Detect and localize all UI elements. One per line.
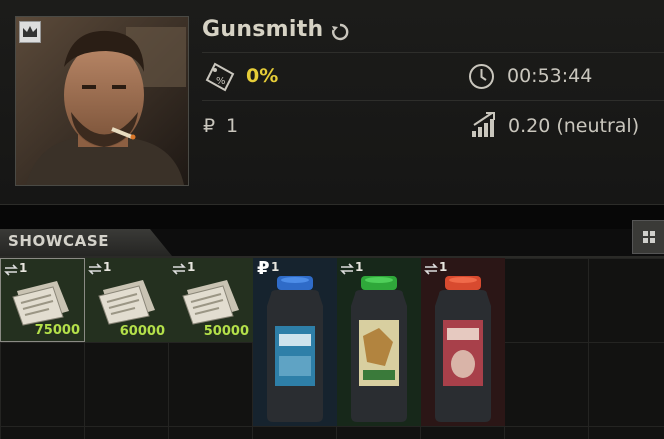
item-price: 75000: [34, 323, 80, 338]
trader-panel: Gunsmith % 0% 00:53:44 ₽ 1 0.20 (neutral…: [0, 0, 664, 205]
blue-jar-item-icon: [267, 276, 323, 422]
document-item-icon: [12, 281, 69, 326]
item-price: 60000: [119, 324, 165, 339]
trader-portrait[interactable]: [15, 16, 189, 186]
trader-name: Gunsmith: [202, 17, 324, 42]
item-cell[interactable]: ₽ 1: [253, 258, 337, 426]
item-price: 50000: [203, 324, 249, 339]
standing-value: 0.20 (neutral): [508, 115, 640, 137]
item-cell[interactable]: 1 60000: [85, 258, 169, 342]
grid-view-button[interactable]: [632, 220, 664, 254]
document-item-icon: [98, 280, 155, 325]
item-count: 1: [439, 260, 448, 274]
portrait-image: [16, 17, 188, 185]
item-cell[interactable]: 1 75000: [0, 258, 85, 342]
item-cell[interactable]: 1: [337, 258, 421, 426]
document-item-icon: [182, 280, 239, 325]
barter-swap-icon: [88, 263, 102, 275]
trader-rank-badge: [19, 21, 41, 43]
svg-text:%: %: [216, 76, 226, 87]
refresh-icon[interactable]: [330, 22, 350, 42]
green-jar-item-icon: [351, 276, 407, 422]
balance-value: 1: [226, 115, 239, 137]
barter-swap-icon: [340, 263, 354, 275]
clock-icon: [469, 64, 494, 89]
restock-timer: 00:53:44: [507, 65, 593, 87]
item-count: 1: [355, 260, 364, 274]
barter-swap-icon: [424, 263, 438, 275]
grid-icon: [643, 231, 655, 243]
item-count: 1: [19, 261, 28, 275]
item-count: 1: [187, 260, 196, 274]
item-count: 1: [103, 260, 112, 274]
item-cell[interactable]: 1 50000: [169, 258, 253, 342]
tab-showcase-label: SHOWCASE: [8, 232, 110, 250]
item-cell[interactable]: 1: [421, 258, 505, 426]
section-separator: [0, 205, 664, 229]
stats-divider: [202, 100, 664, 101]
crown-icon: [23, 26, 37, 37]
standing-chart-icon: [472, 112, 495, 137]
item-count: 1: [271, 260, 280, 274]
currency-symbol: ₽: [203, 115, 216, 137]
header-divider: [202, 52, 664, 53]
barter-swap-icon: [4, 264, 18, 276]
red-jar-item-icon: [435, 276, 491, 422]
barter-swap-icon: [172, 263, 186, 275]
discount-value: 0%: [246, 65, 279, 87]
discount-tag-icon: %: [205, 62, 235, 92]
